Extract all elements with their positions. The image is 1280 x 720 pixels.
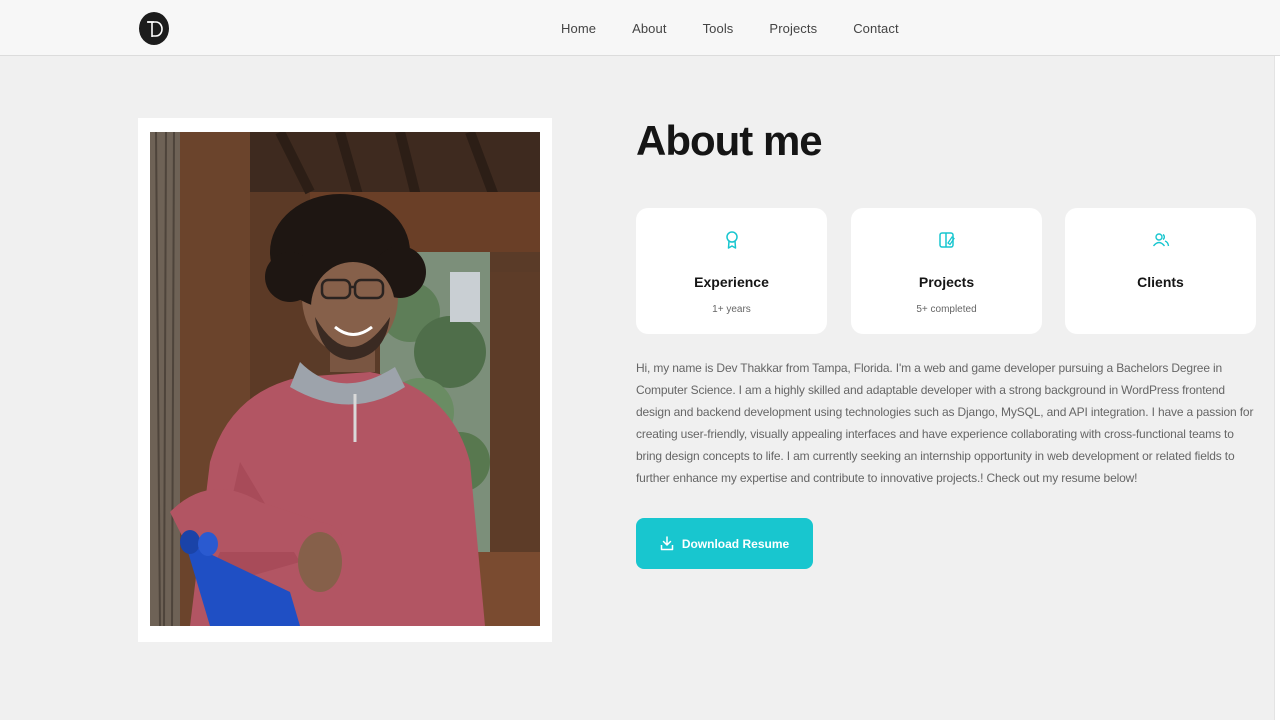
experience-card: Experience 1+ years [636, 208, 827, 334]
bio-paragraph: Hi, my name is Dev Thakkar from Tampa, F… [636, 361, 1254, 485]
logo-mark-icon [147, 20, 163, 37]
profile-photo [150, 132, 540, 626]
nav-link-tools[interactable]: Tools [703, 21, 734, 36]
experience-card-title: Experience [694, 274, 769, 290]
logo[interactable] [139, 12, 169, 45]
clients-card-title: Clients [1137, 274, 1184, 290]
nav-links: Home About Tools Projects Contact [545, 0, 935, 56]
download-resume-button[interactable]: Download Resume [636, 518, 813, 569]
download-icon [660, 536, 674, 551]
scrollbar-track[interactable] [1274, 56, 1280, 720]
profile-photo-frame [138, 118, 552, 642]
portrait-illustration [150, 132, 540, 626]
projects-card-title: Projects [918, 274, 975, 290]
experience-card-subtitle: 1+ years [712, 304, 751, 315]
nav-link-about[interactable]: About [632, 21, 666, 36]
award-icon [725, 231, 738, 249]
projects-card: Projects 5+ completed [851, 208, 1042, 334]
projects-icon [938, 232, 955, 248]
navbar: Home About Tools Projects Contact [0, 0, 1280, 56]
nav-link-contact[interactable]: Contact [853, 21, 899, 36]
nav-link-home[interactable]: Home [561, 21, 596, 36]
download-resume-label: Download Resume [681, 536, 790, 551]
users-icon [1152, 233, 1169, 247]
nav-link-projects[interactable]: Projects [769, 21, 817, 36]
projects-card-subtitle: 5+ completed [916, 304, 977, 315]
about-title: About me [636, 117, 823, 164]
clients-card: Clients [1065, 208, 1256, 334]
